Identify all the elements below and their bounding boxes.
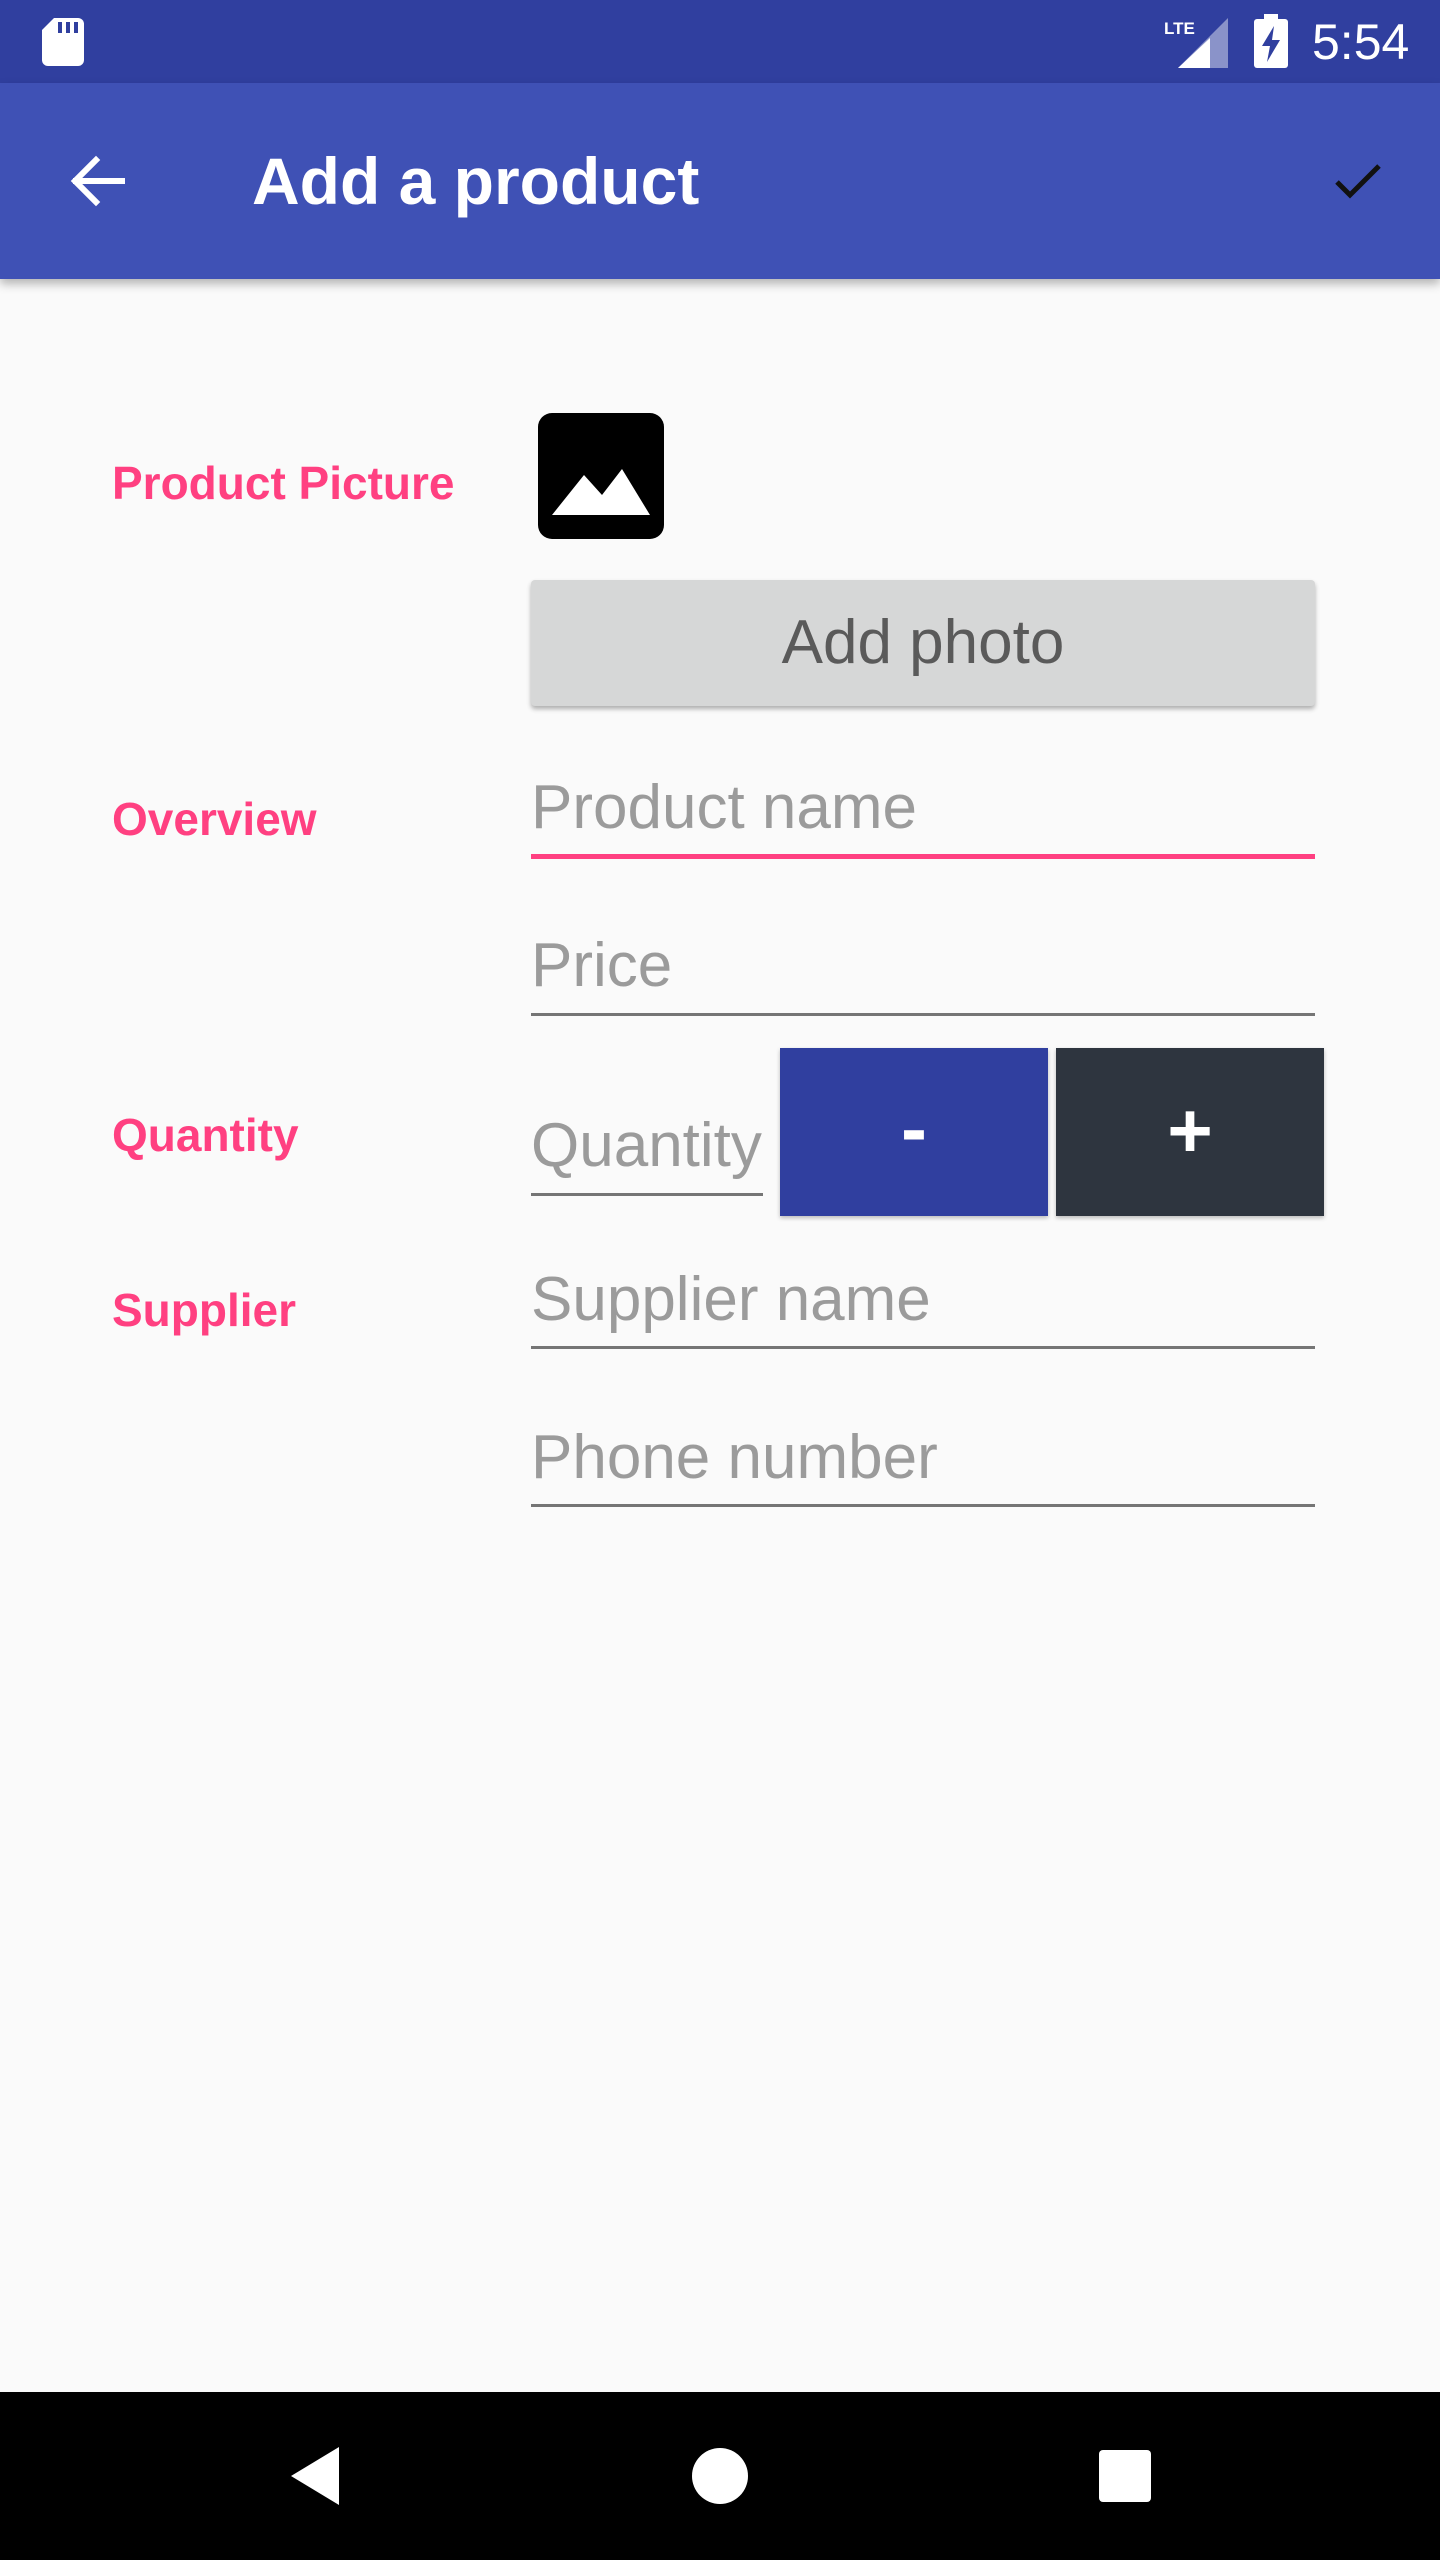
navigation-bar: [0, 2392, 1440, 2560]
add-photo-button[interactable]: Add photo: [531, 580, 1315, 706]
back-button[interactable]: [46, 129, 150, 233]
quantity-underline: [531, 1193, 763, 1196]
supplier-label: Supplier: [112, 1284, 297, 1336]
phone-number-input[interactable]: [531, 1412, 1315, 1502]
status-bar: LTE 5:54: [0, 0, 1440, 83]
back-triangle-icon: [291, 2447, 339, 2505]
product-name-input[interactable]: [531, 762, 1315, 852]
price-underline: [531, 1013, 1315, 1016]
nav-home-button[interactable]: [660, 2416, 780, 2536]
supplier-name-input[interactable]: [531, 1254, 1315, 1344]
product-picture-label: Product Picture: [112, 457, 455, 509]
product-name-underline: [531, 854, 1315, 859]
sd-card-icon: [42, 18, 84, 66]
screen: LTE 5:54 Add a product Product Picture A…: [0, 0, 1440, 2560]
supplier-name-underline: [531, 1346, 1315, 1349]
phone-number-underline: [531, 1504, 1315, 1507]
status-clock: 5:54: [1312, 14, 1410, 70]
page-title: Add a product: [252, 144, 700, 218]
increment-quantity-button[interactable]: +: [1056, 1048, 1324, 1216]
price-input[interactable]: [531, 920, 1315, 1010]
image-icon: [552, 469, 650, 515]
arrow-back-icon: [70, 155, 125, 207]
battery-charging-icon: [1254, 14, 1288, 68]
overview-label: Overview: [112, 793, 317, 845]
save-button[interactable]: [1306, 129, 1410, 233]
decrement-quantity-button[interactable]: -: [780, 1048, 1048, 1216]
recents-square-icon: [1099, 2450, 1151, 2502]
check-icon: [1335, 164, 1381, 199]
nav-recents-button[interactable]: [1065, 2416, 1185, 2536]
product-image-placeholder: [538, 413, 664, 539]
home-circle-icon: [692, 2448, 748, 2504]
network-type-label: LTE: [1164, 19, 1195, 38]
quantity-label: Quantity: [112, 1109, 299, 1161]
nav-back-button[interactable]: [255, 2416, 375, 2536]
lte-signal-icon: LTE: [1164, 18, 1228, 68]
app-bar: Add a product: [0, 83, 1440, 279]
quantity-input[interactable]: [531, 1100, 763, 1190]
